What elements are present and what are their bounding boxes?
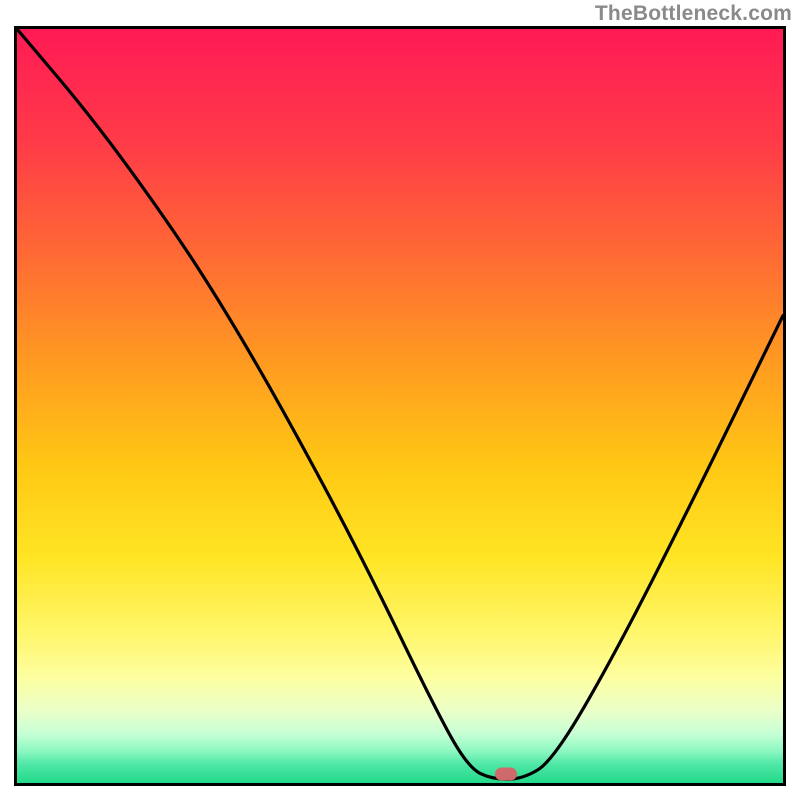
bottleneck-curve xyxy=(17,29,783,783)
attribution-text: TheBottleneck.com xyxy=(595,2,792,26)
optimal-marker xyxy=(495,767,517,780)
chart-container: TheBottleneck.com xyxy=(0,0,800,800)
plot-frame xyxy=(14,26,786,786)
